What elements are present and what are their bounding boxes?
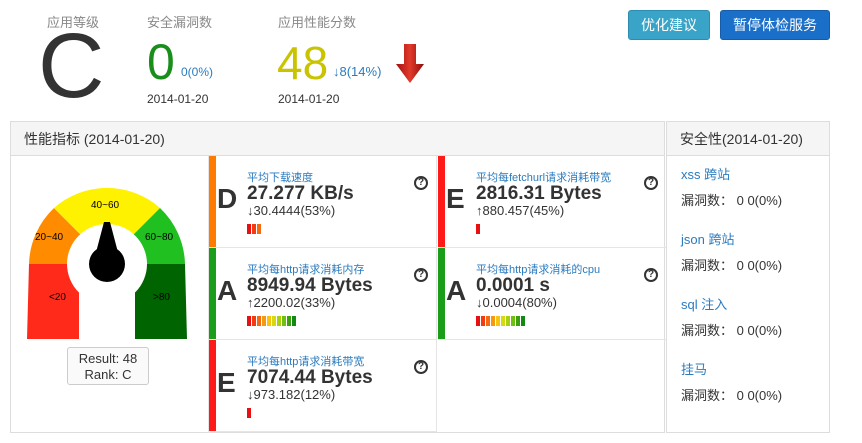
security-panel-title: 安全性(2014-01-20) xyxy=(667,122,829,156)
gauge-label-gt80: >80 xyxy=(153,292,170,303)
score-change: ↓8(14%) xyxy=(333,64,382,79)
metric-level-segment xyxy=(476,316,480,326)
metric-level-segment xyxy=(287,316,291,326)
metric-level-segment xyxy=(516,316,520,326)
metric-grade-color-bar xyxy=(438,156,445,247)
security-item-json: json 跨站 漏洞数： 0 0(0%) xyxy=(681,229,782,274)
metric-grade: E xyxy=(446,183,465,214)
metric-level-bar xyxy=(476,224,480,234)
arrow-down-icon xyxy=(396,44,424,83)
metric-value: 7074.44 Bytes xyxy=(247,367,373,388)
metric-value: 8949.94 Bytes xyxy=(247,275,373,296)
gauge-rank: Rank: C xyxy=(84,367,132,382)
metric-change: ↑2200.02(33%) xyxy=(247,295,336,310)
metric-level-segment xyxy=(257,316,261,326)
metric-level-segment xyxy=(476,224,480,234)
security-item-sql-value: 漏洞数： 0 0(0%) xyxy=(681,323,783,338)
metric-level-segment xyxy=(247,224,251,234)
metric-level-segment xyxy=(267,316,271,326)
performance-panel-title: 性能指标 (2014-01-20) xyxy=(11,122,664,156)
gauge-label-40-60: 40~60 xyxy=(91,200,120,211)
metric-level-segment xyxy=(272,316,276,326)
help-icon[interactable]: ? xyxy=(414,268,428,282)
gauge-result-box: Result: 48 Rank: C xyxy=(67,347,149,385)
security-item-trojan-link[interactable]: 挂马 xyxy=(681,359,782,378)
score-gauge: <20 20~40 40~60 60~80 >80 xyxy=(27,187,187,339)
score-value: 48 xyxy=(277,37,329,89)
security-item-json-value: 漏洞数： 0 0(0%) xyxy=(681,258,783,273)
app-grade: C xyxy=(38,15,105,117)
metric-card: A 平均每http请求消耗内存 8949.94 Bytes ↑2200.02(33%)… xyxy=(209,248,437,340)
metric-grade: E xyxy=(217,367,236,398)
metric-level-segment xyxy=(252,316,256,326)
metric-level-segment xyxy=(521,316,525,326)
vuln-count: 0 xyxy=(147,34,175,90)
metric-level-bar xyxy=(476,316,525,326)
metric-level-segment xyxy=(282,316,286,326)
metric-value: 0.0001 s xyxy=(476,275,550,296)
metric-level-segment xyxy=(501,316,505,326)
security-item-sql: sql 注入 漏洞数： 0 0(0%) xyxy=(681,294,782,339)
metric-level-segment xyxy=(247,316,251,326)
security-item-xss: xss 跨站 漏洞数： 0 0(0%) xyxy=(681,164,782,209)
vuln-label: 安全漏洞数 xyxy=(147,15,213,30)
metric-card: E 平均每http请求消耗带宽 7074.44 Bytes ↓973.182(12%)… xyxy=(209,340,437,432)
vuln-change: 0(0%) xyxy=(181,65,214,79)
gauge-hub xyxy=(89,246,125,282)
metric-change: ↓0.0004(80%) xyxy=(476,295,557,310)
metric-card: A 平均每http请求消耗的cpu 0.0001 s ↓0.0004(80%)? xyxy=(438,248,666,340)
metric-level-segment xyxy=(496,316,500,326)
pause-service-button[interactable]: 暂停体检服务 xyxy=(720,10,830,40)
metric-level-segment xyxy=(481,316,485,326)
metric-level-segment xyxy=(247,408,251,418)
metric-level-segment xyxy=(262,316,266,326)
metric-level-segment xyxy=(506,316,510,326)
metric-grade-color-bar xyxy=(209,156,216,247)
metric-level-segment xyxy=(511,316,515,326)
security-item-json-link[interactable]: json 跨站 xyxy=(681,229,782,248)
metric-level-segment xyxy=(277,316,281,326)
security-item-trojan-value: 漏洞数： 0 0(0%) xyxy=(681,388,783,403)
gauge-label-lt20: <20 xyxy=(49,292,66,303)
metric-grade-color-bar xyxy=(209,340,216,431)
gauge-label-60-80: 60~80 xyxy=(145,232,174,243)
metric-change: ↓30.4444(53%) xyxy=(247,203,336,218)
help-icon[interactable]: ? xyxy=(644,176,658,190)
score-label: 应用性能分数 xyxy=(278,15,357,30)
metric-change: ↓973.182(12%) xyxy=(247,387,336,402)
metric-level-segment xyxy=(257,224,261,234)
metric-value: 27.277 KB/s xyxy=(247,183,354,204)
metric-card: D 平均下载速度 27.277 KB/s ↓30.4444(53%)? xyxy=(209,156,437,248)
help-icon[interactable]: ? xyxy=(414,360,428,374)
performance-panel: 性能指标 (2014-01-20) <20 20~40 40~60 60~80 … xyxy=(10,121,666,433)
metric-level-segment xyxy=(252,224,256,234)
security-panel: 安全性(2014-01-20) xss 跨站 漏洞数： 0 0(0%) json… xyxy=(666,121,830,433)
metric-level-bar xyxy=(247,408,251,418)
optimize-button[interactable]: 优化建议 xyxy=(628,10,710,40)
metric-grade: A xyxy=(446,275,467,306)
metric-change: ↑880.457(45%) xyxy=(476,203,565,218)
security-item-trojan: 挂马 漏洞数： 0 0(0%) xyxy=(681,359,782,404)
metric-grid: D 平均下载速度 27.277 KB/s ↓30.4444(53%)? E 平均每fetc… xyxy=(208,156,666,433)
security-item-xss-value: 漏洞数： 0 0(0%) xyxy=(681,193,783,208)
metric-level-bar xyxy=(247,316,296,326)
gauge-result: Result: 48 xyxy=(78,351,138,366)
metric-grade: D xyxy=(217,183,238,214)
metric-card: E 平均每fetchurl请求消耗带宽 2816.31 Bytes ↑880.457(… xyxy=(438,156,666,248)
gauge-label-20-40: 20~40 xyxy=(35,232,64,243)
help-icon[interactable]: ? xyxy=(414,176,428,190)
vuln-date: 2014-01-20 xyxy=(147,92,209,106)
metric-grade: A xyxy=(217,275,238,306)
security-item-sql-link[interactable]: sql 注入 xyxy=(681,294,782,313)
metric-grade-color-bar xyxy=(209,248,216,339)
metric-value: 2816.31 Bytes xyxy=(476,183,602,204)
metric-level-segment xyxy=(486,316,490,326)
security-item-xss-link[interactable]: xss 跨站 xyxy=(681,164,782,183)
help-icon[interactable]: ? xyxy=(644,268,658,282)
metric-level-segment xyxy=(292,316,296,326)
metric-level-segment xyxy=(491,316,495,326)
metric-grade-color-bar xyxy=(438,248,445,339)
score-date: 2014-01-20 xyxy=(278,92,340,106)
metric-level-bar xyxy=(247,224,261,234)
